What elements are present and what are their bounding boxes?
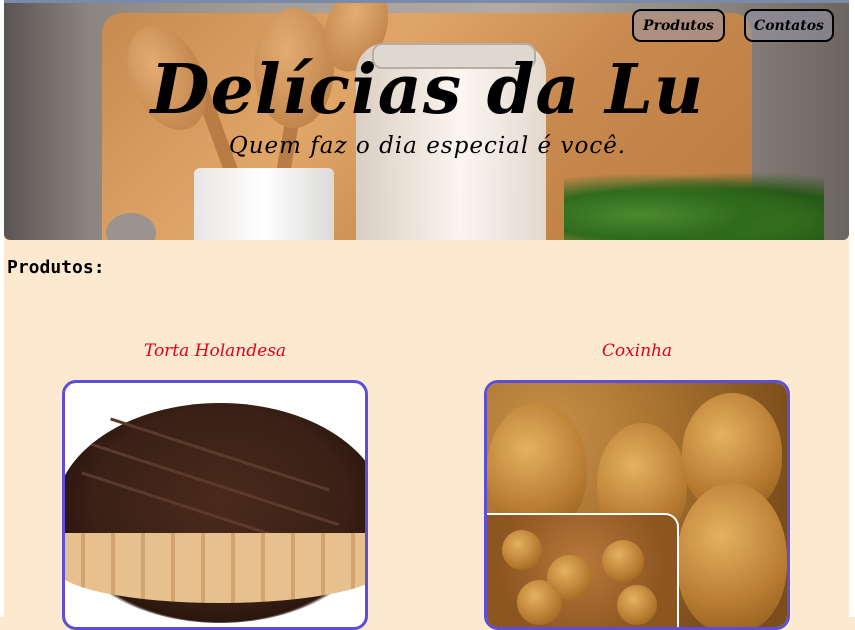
- nav-produtos-button[interactable]: Produtos: [632, 9, 725, 42]
- utensil-cup-image: [194, 168, 334, 240]
- bolinha-piece: [502, 530, 542, 570]
- rosemary-image: [564, 173, 824, 240]
- product-name: Coxinha: [601, 341, 673, 361]
- section-title: Produtos:: [7, 257, 105, 278]
- coxinha-piece: [677, 483, 787, 627]
- bolinha-piece: [617, 585, 657, 625]
- site-subtitle: Quem faz o dia especial é você.: [228, 133, 627, 159]
- bolinha-piece: [602, 540, 644, 582]
- nav-contatos-button[interactable]: Contatos: [744, 9, 834, 42]
- coxinha-image[interactable]: [484, 380, 790, 630]
- torta-biscuit-rim: [65, 533, 365, 603]
- site-title: Delícias da Lu: [150, 50, 705, 130]
- bolinha-piece: [517, 580, 562, 625]
- bolinha-inset-image: [487, 513, 679, 627]
- torta-holandesa-image[interactable]: [62, 380, 368, 630]
- product-name: Torta Holandesa: [143, 341, 287, 361]
